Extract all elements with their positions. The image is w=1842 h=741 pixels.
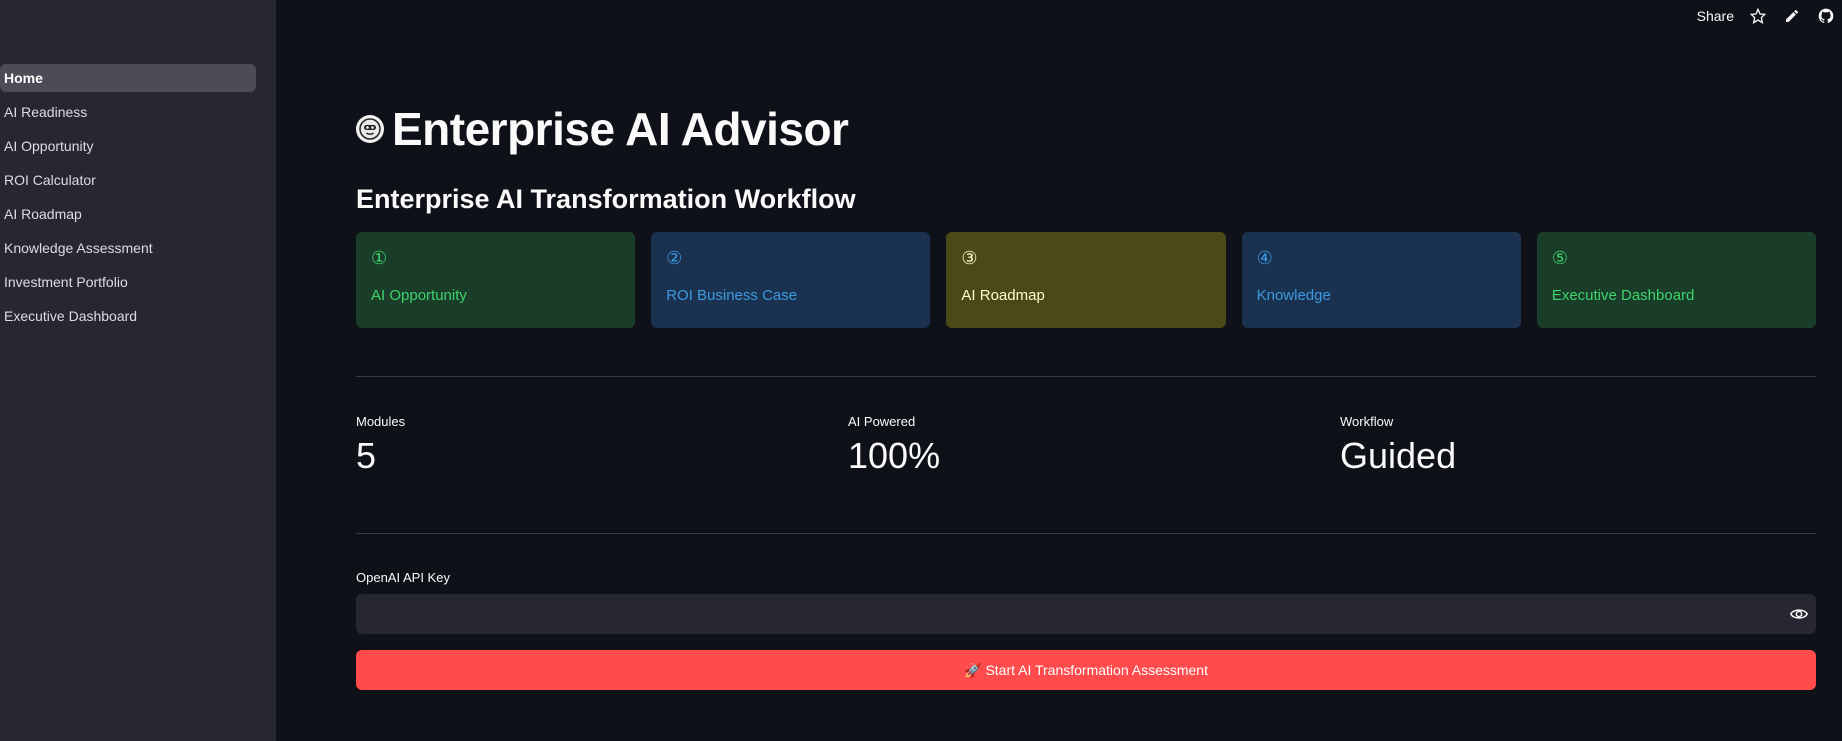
sidebar-item-executive-dashboard[interactable]: Executive Dashboard [0,302,256,330]
step-number: ③ [961,248,978,268]
app-root: Home AI Readiness AI Opportunity ROI Cal… [0,0,1842,741]
github-icon[interactable] [1816,6,1836,26]
sidebar-item-ai-opportunity[interactable]: AI Opportunity [0,132,256,160]
workflow-step-ai-opportunity[interactable]: ① AI Opportunity [356,232,636,328]
step-label: AI Opportunity [371,287,467,304]
sidebar-item-roi-calculator[interactable]: ROI Calculator [0,166,256,194]
sidebar-item-knowledge-assessment[interactable]: Knowledge Assessment [0,234,256,262]
page-title-row: Enterprise AI Advisor [356,102,849,156]
step-number: ⑤ [1551,248,1568,268]
metric-workflow: Workflow Guided [1340,414,1456,477]
api-key-label: OpenAI API Key [356,570,450,585]
start-assessment-button[interactable]: 🚀 Start AI Transformation Assessment [356,650,1816,690]
metric-value: Guided [1340,435,1457,476]
workflow-steps: ① AI Opportunity ② ROI Business Case ③ A… [356,232,1817,328]
metric-ai-powered: AI Powered 100% [848,414,940,477]
sidebar-nav: Home AI Readiness AI Opportunity ROI Cal… [0,64,256,336]
metric-modules: Modules 5 [356,414,405,477]
step-number: ② [666,248,683,268]
sidebar: Home AI Readiness AI Opportunity ROI Cal… [0,0,276,741]
metric-label: AI Powered [848,414,916,429]
metric-value: 5 [356,435,377,476]
metric-label: Modules [356,414,406,429]
metric-value: 100% [848,435,941,476]
divider [356,376,1816,377]
workflow-step-executive-dashboard[interactable]: ⑤ Executive Dashboard [1536,232,1817,328]
step-label: AI Roadmap [961,287,1045,304]
api-key-input[interactable] [356,594,1816,634]
show-password-eye-icon[interactable] [1789,606,1809,622]
sidebar-item-ai-readiness[interactable]: AI Readiness [0,98,256,126]
rocket-icon: 🚀 [964,661,982,678]
start-assessment-label: Start AI Transformation Assessment [985,662,1208,678]
workflow-step-roi-business-case[interactable]: ② ROI Business Case [651,232,931,328]
step-label: Executive Dashboard [1551,287,1695,304]
sidebar-item-investment-portfolio[interactable]: Investment Portfolio [0,268,256,296]
sidebar-item-ai-roadmap[interactable]: AI Roadmap [0,200,256,228]
step-label: ROI Business Case [666,287,798,304]
workflow-step-ai-roadmap[interactable]: ③ AI Roadmap [946,232,1226,328]
robot-face-icon [356,115,384,143]
divider [356,533,1816,534]
step-number: ④ [1256,248,1273,268]
workflow-heading: Enterprise AI Transformation Workflow [356,184,856,214]
page-title: Enterprise AI Advisor [392,103,849,155]
metric-label: Workflow [1340,414,1394,429]
sidebar-item-home[interactable]: Home [0,64,256,92]
step-label: Knowledge [1256,287,1331,304]
step-number: ① [371,248,388,268]
workflow-step-knowledge[interactable]: ④ Knowledge [1241,232,1521,328]
main-content: Enterprise AI Advisor Enterprise AI Tran… [356,0,1817,741]
